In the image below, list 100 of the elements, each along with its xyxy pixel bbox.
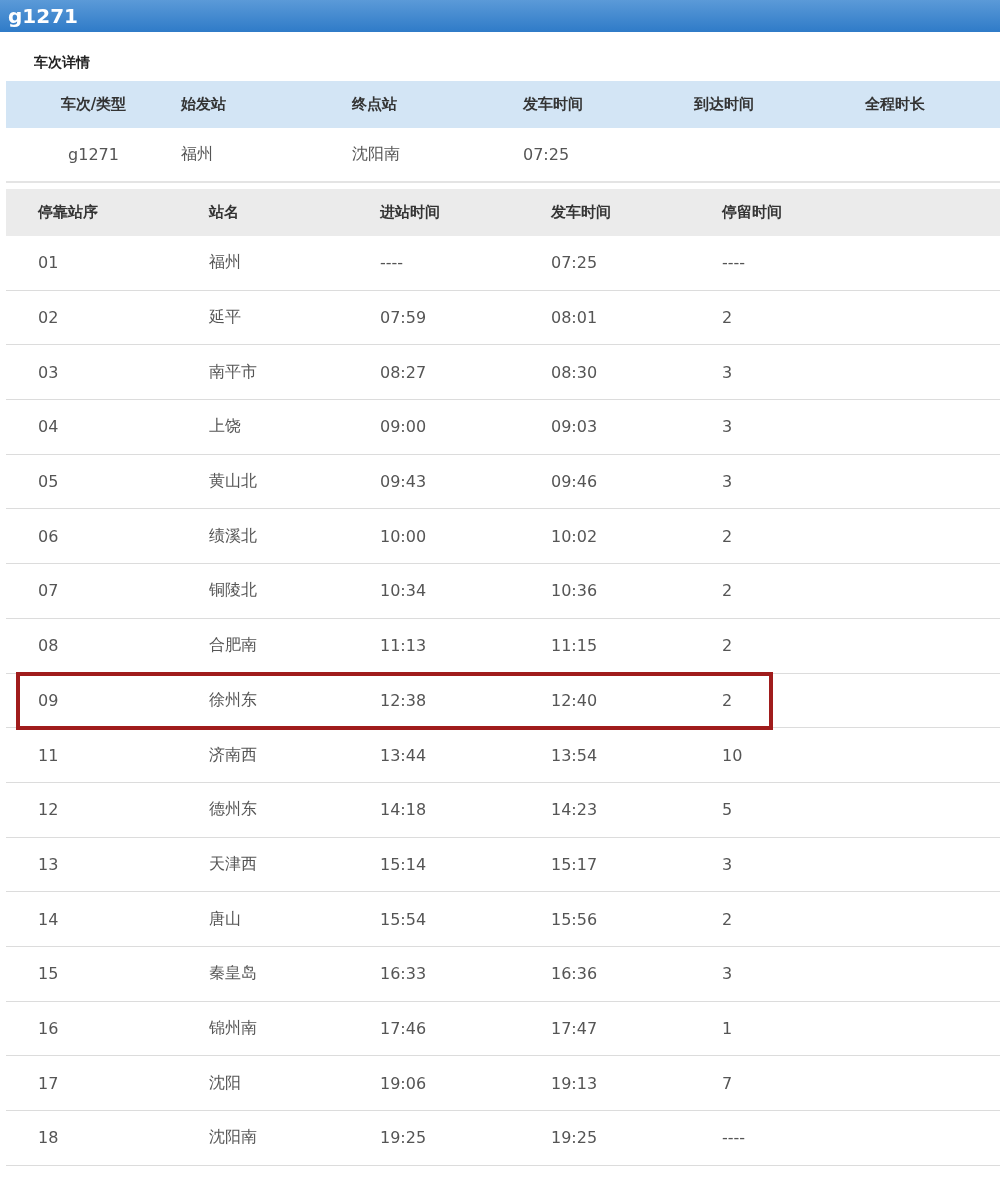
table-cell: 2: [722, 308, 733, 328]
table-cell: ----: [380, 253, 404, 273]
table-cell: 16: [38, 1018, 59, 1038]
table-cell: 铜陵北: [209, 580, 257, 602]
table-cell: 02: [38, 308, 59, 328]
table-cell: 14:23: [551, 800, 598, 820]
table-cell: 黄山北: [209, 471, 257, 493]
table-cell: 08:01: [551, 308, 598, 328]
table-cell: 5: [722, 800, 733, 820]
table-cell: 15:17: [551, 854, 598, 874]
table-cell: 10:36: [551, 581, 598, 601]
table-cell: 沈阳南: [352, 144, 400, 165]
table-cell: 09:46: [551, 472, 598, 492]
table-cell: 12:40: [551, 690, 598, 710]
section-heading: 车次详情: [34, 54, 90, 72]
table-cell: 17:47: [551, 1018, 598, 1038]
table-cell: 12:38: [380, 690, 427, 710]
table-cell: 06: [38, 526, 59, 546]
table-cell: 18: [38, 1128, 59, 1148]
column-header: 始发站: [181, 95, 226, 114]
table-cell: 2: [722, 581, 733, 601]
table-cell: 10:00: [380, 526, 427, 546]
table-cell: 09: [38, 690, 59, 710]
table-cell: 15:54: [380, 909, 427, 929]
table-cell: 14:18: [380, 800, 427, 820]
table-cell: 徐州东: [209, 689, 257, 711]
table-cell: 3: [722, 964, 733, 984]
table-cell: 南平市: [209, 361, 257, 383]
table-cell: 2: [722, 526, 733, 546]
table-cell: g1271: [68, 145, 119, 164]
table-cell: 17:46: [380, 1018, 427, 1038]
table-cell: 3: [722, 472, 733, 492]
table-cell: 15:56: [551, 909, 598, 929]
table-cell: 09:03: [551, 417, 598, 437]
table-cell: 07:25: [523, 145, 570, 164]
table-cell: 05: [38, 472, 59, 492]
table-cell: 11:15: [551, 636, 598, 656]
column-header: 终点站: [352, 95, 397, 114]
table-cell: 07:25: [551, 253, 598, 273]
table-cell: ----: [722, 253, 746, 273]
table-cell: 13:54: [551, 745, 598, 765]
column-header: 进站时间: [380, 203, 440, 222]
table-cell: 16:33: [380, 964, 427, 984]
table-cell: 16:36: [551, 964, 598, 984]
table-cell: 17: [38, 1073, 59, 1093]
table-cell: 19:25: [380, 1128, 427, 1148]
table-cell: 10:34: [380, 581, 427, 601]
table-cell: 福州: [181, 144, 213, 165]
table-cell: 2: [722, 690, 733, 710]
table-cell: 延平: [209, 307, 241, 329]
column-header: 到达时间: [694, 95, 754, 114]
table-cell: 沈阳南: [209, 1127, 257, 1149]
column-header: 停靠站序: [38, 203, 98, 222]
column-header: 全程时长: [865, 95, 925, 114]
table-cell: 19:25: [551, 1128, 598, 1148]
table-cell: 04: [38, 417, 59, 437]
table-cell: 01: [38, 253, 59, 273]
table-cell: ----: [722, 1128, 746, 1148]
table-cell: 08: [38, 636, 59, 656]
column-header: 发车时间: [523, 95, 583, 114]
table-cell: 07: [38, 581, 59, 601]
table-cell: 19:13: [551, 1073, 598, 1093]
table-cell: 10: [722, 745, 743, 765]
table-cell: 19:06: [380, 1073, 427, 1093]
table-cell: 绩溪北: [209, 525, 257, 547]
table-cell: 沈阳: [209, 1072, 241, 1094]
table-cell: 3: [722, 362, 733, 382]
table-cell: 1: [722, 1018, 733, 1038]
table-cell: 上饶: [209, 416, 241, 438]
table-cell: 7: [722, 1073, 733, 1093]
column-header: 停留时间: [722, 203, 782, 222]
table-cell: 10:02: [551, 526, 598, 546]
table-cell: 07:59: [380, 308, 427, 328]
table-cell: 合肥南: [209, 635, 257, 657]
table-cell: 锦州南: [209, 1017, 257, 1039]
table-cell: 15: [38, 964, 59, 984]
table-cell: 3: [722, 417, 733, 437]
table-cell: 唐山: [209, 908, 241, 930]
table-cell: 福州: [209, 252, 241, 274]
table-cell: 12: [38, 800, 59, 820]
table-cell: 13:44: [380, 745, 427, 765]
table-cell: 秦皇岛: [209, 963, 257, 985]
table-cell: 08:30: [551, 362, 598, 382]
column-header: 车次/类型: [60, 95, 127, 114]
table-cell: 13: [38, 854, 59, 874]
table-cell: 3: [722, 854, 733, 874]
train-title: g1271: [8, 4, 78, 28]
column-header: 站名: [209, 203, 239, 222]
column-header: 发车时间: [551, 203, 611, 222]
table-cell: 08:27: [380, 362, 427, 382]
table-cell: 15:14: [380, 854, 427, 874]
table-cell: 天津西: [209, 853, 257, 875]
table-cell: 11: [38, 745, 59, 765]
table-cell: 03: [38, 362, 59, 382]
table-cell: 2: [722, 909, 733, 929]
table-cell: 09:00: [380, 417, 427, 437]
table-cell: 09:43: [380, 472, 427, 492]
table-cell: 14: [38, 909, 59, 929]
table-cell: 11:13: [380, 636, 427, 656]
table-cell: 济南西: [209, 744, 257, 766]
